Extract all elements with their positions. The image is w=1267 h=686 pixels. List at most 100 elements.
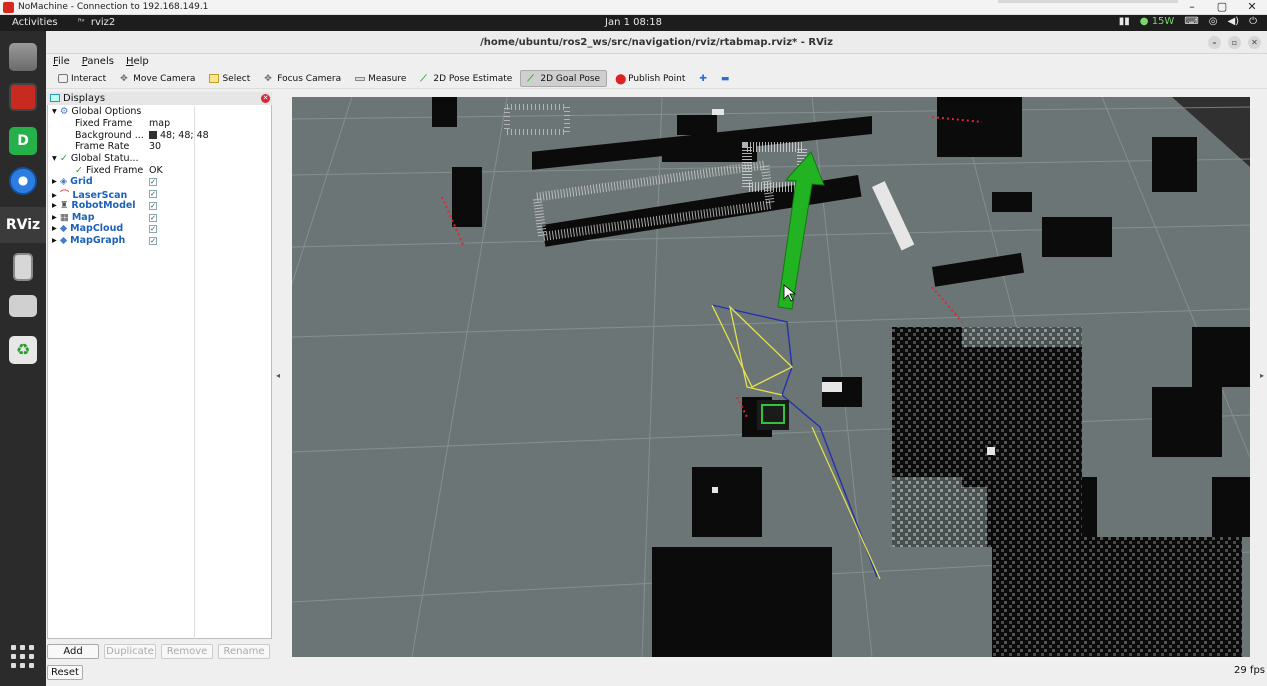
goal-pose-arrow-icon: ⟋: [527, 74, 534, 84]
network-icon: ▮▮: [1118, 16, 1130, 27]
drive-icon[interactable]: [9, 295, 37, 317]
minimize-icon[interactable]: –: [1177, 0, 1207, 13]
tool-measure[interactable]: Measure: [349, 70, 412, 87]
tool-focus-camera[interactable]: ✥ Focus Camera: [258, 70, 347, 87]
panel-close-icon[interactable]: ✕: [261, 94, 270, 103]
clock[interactable]: Jan 1 08:18: [0, 17, 1267, 28]
tool-2d-pose-estimate[interactable]: ⟋ 2D Pose Estimate: [414, 70, 518, 87]
remove-button[interactable]: Remove: [161, 644, 213, 659]
robot-model: [757, 400, 789, 430]
rviz-dock-icon[interactable]: RViz: [0, 207, 46, 243]
dbeaver-icon[interactable]: D: [9, 127, 37, 155]
tool-interact-label: Interact: [71, 73, 107, 84]
add-tool-button[interactable]: ✚: [693, 70, 713, 87]
color-swatch[interactable]: [149, 130, 157, 139]
move-camera-icon: ✥: [120, 74, 128, 84]
wifi-icon: ◎: [1208, 16, 1218, 27]
display-robotmodel: RobotModel: [71, 199, 136, 211]
tree-value[interactable]: 48; 48; 48: [160, 130, 209, 141]
display-checkbox[interactable]: ✓: [149, 201, 157, 210]
tree-key: Fixed Frame: [86, 164, 144, 176]
system-tray[interactable]: ▮▮ ● 15W ⌨ ◎ ◀) ⏻: [1119, 16, 1257, 27]
tool-move-camera[interactable]: ✥ Move Camera: [114, 70, 201, 87]
menu-panels[interactable]: Panels: [82, 56, 114, 67]
tool-publish-point[interactable]: ⬤ Publish Point: [609, 70, 691, 87]
tool-measure-label: Measure: [368, 73, 407, 84]
power-icon: ⏻: [1249, 16, 1257, 27]
tree-row[interactable]: ✓ Fixed Frame OK: [48, 164, 271, 176]
tree-value[interactable]: 30: [149, 141, 161, 152]
display-checkbox[interactable]: ✓: [149, 225, 157, 234]
render-viewport[interactable]: [292, 97, 1250, 657]
display-buttons: Add Duplicate Remove Rename: [47, 644, 272, 659]
scene-svg: [292, 97, 1250, 657]
nomachine-title: NoMachine - Connection to 192.168.149.1: [18, 2, 209, 12]
trash-icon[interactable]: ♻: [9, 336, 37, 364]
power-indicator: ● 15W: [1139, 16, 1175, 27]
tree-row[interactable]: ▸ ▦ Map ✓: [48, 211, 271, 223]
rviz-window: /home/ubuntu/ros2_ws/src/navigation/rviz…: [46, 31, 1267, 686]
maximize-icon[interactable]: ▢: [1207, 0, 1237, 13]
close-icon[interactable]: ✕: [1237, 0, 1267, 13]
window-maximize-icon[interactable]: ▫: [1228, 36, 1241, 49]
display-checkbox[interactable]: ✓: [149, 190, 157, 199]
display-map: Map: [71, 211, 95, 223]
tree-row[interactable]: ▸ ◆ MapCloud ✓: [48, 223, 271, 235]
tree-row[interactable]: Frame Rate 30: [48, 141, 271, 153]
collapse-icon[interactable]: ▸: [52, 200, 57, 211]
tool-pose-estimate-label: 2D Pose Estimate: [433, 73, 513, 84]
tree-row[interactable]: ▾ ✓ Global Statu...: [48, 153, 271, 165]
reset-button[interactable]: Reset: [47, 665, 83, 680]
tree-row[interactable]: ▸ ⌒ LaserScan ✓: [48, 188, 271, 201]
chromium-icon[interactable]: [9, 167, 37, 195]
window-minimize-icon[interactable]: –: [1208, 36, 1221, 49]
tree-row[interactable]: Background ... 48; 48; 48: [48, 129, 271, 141]
tool-goal-pose-label: 2D Goal Pose: [540, 73, 601, 84]
tree-key: Frame Rate: [75, 141, 130, 153]
collapse-icon[interactable]: ▸: [52, 223, 57, 234]
left-splitter-arrow-icon[interactable]: ◂: [276, 371, 280, 380]
window-close-icon[interactable]: ✕: [1248, 36, 1261, 49]
robot-icon: ♜: [59, 199, 69, 211]
rename-button[interactable]: Rename: [218, 644, 270, 659]
graph-icon: ◆: [59, 234, 68, 246]
tool-interact[interactable]: Interact: [52, 70, 112, 87]
show-apps-icon[interactable]: [11, 645, 35, 669]
expand-icon[interactable]: ▾: [52, 153, 57, 164]
map-icon: ▦: [59, 211, 69, 223]
remove-tool-button[interactable]: ▬: [715, 70, 736, 87]
tool-2d-goal-pose[interactable]: ⟋ 2D Goal Pose: [520, 70, 608, 87]
tree-key: Global Options: [71, 106, 142, 118]
keyboard-icon: ⌨: [1184, 16, 1199, 27]
display-mapgraph: MapGraph: [70, 234, 126, 246]
display-checkbox[interactable]: ✓: [149, 236, 157, 245]
duplicate-button[interactable]: Duplicate: [104, 644, 156, 659]
cloud-icon: ◆: [59, 223, 68, 235]
menu-help[interactable]: Help: [126, 56, 149, 67]
hand-icon: [58, 74, 68, 83]
plus-icon: ✚: [699, 73, 707, 84]
tree-row[interactable]: ▸ ◆ MapGraph ✓: [48, 235, 271, 247]
collapse-icon[interactable]: ▸: [52, 235, 57, 246]
gnome-top-bar: Activities ᴿᵛ rviz2 Jan 1 08:18 ▮▮ ● 15W …: [0, 15, 1267, 31]
tree-value[interactable]: map: [149, 118, 170, 129]
add-button[interactable]: Add: [47, 644, 99, 659]
tree-key: Fixed Frame: [75, 118, 133, 130]
tool-select[interactable]: Select: [203, 70, 256, 87]
tool-publish-point-label: Publish Point: [628, 73, 686, 84]
files-icon[interactable]: [9, 43, 37, 71]
display-checkbox[interactable]: ✓: [149, 213, 157, 222]
tree-row[interactable]: ▾ ⚙ Global Options: [48, 106, 271, 118]
map-pin-icon: ⬤: [615, 74, 627, 85]
expand-icon[interactable]: ▾: [52, 106, 57, 117]
tree-row[interactable]: Fixed Frame map: [48, 118, 271, 130]
right-splitter-arrow-icon[interactable]: ▸: [1260, 371, 1264, 380]
collapse-icon[interactable]: ▸: [52, 212, 57, 223]
tablet-icon[interactable]: [13, 253, 33, 281]
menu-file[interactable]: File: [53, 56, 70, 67]
minus-icon: ▬: [720, 73, 730, 84]
display-checkbox[interactable]: ✓: [149, 178, 157, 187]
nomachine-dock-icon[interactable]: [9, 83, 37, 111]
power-label: 15W: [1151, 16, 1175, 27]
tree-row[interactable]: ▸ ♜ RobotModel ✓: [48, 200, 271, 212]
